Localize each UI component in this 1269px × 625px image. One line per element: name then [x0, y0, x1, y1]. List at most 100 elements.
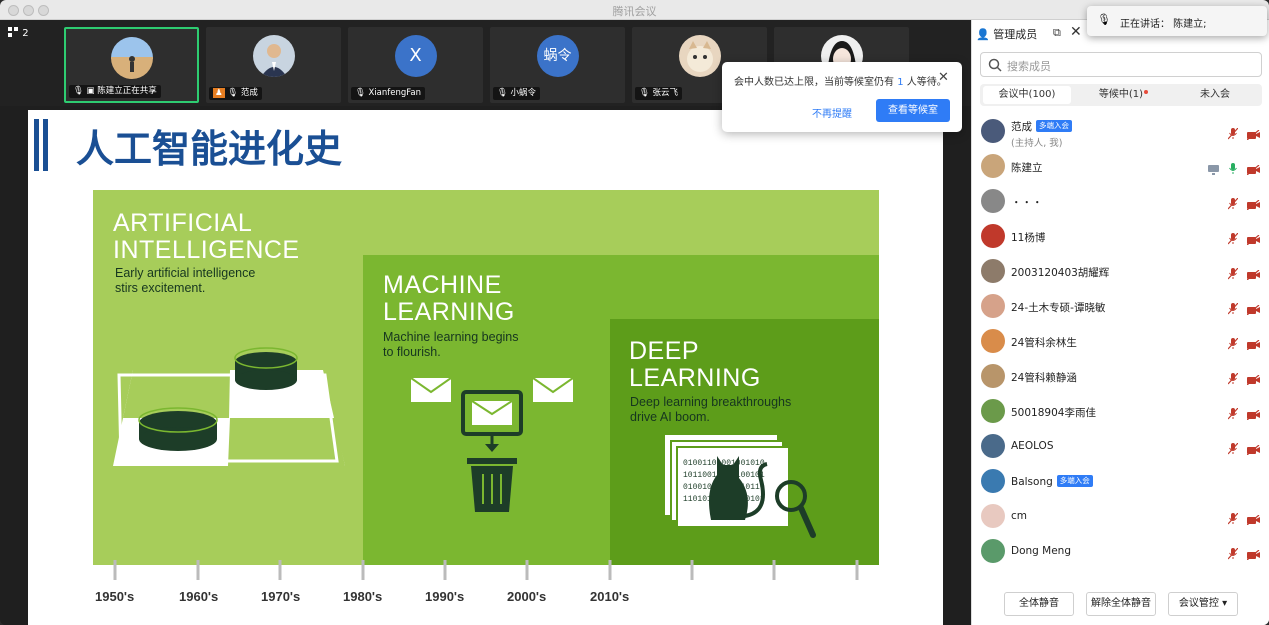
- multi-device-badge: 多端入会: [1036, 120, 1072, 132]
- avatar: [981, 504, 1005, 528]
- tab-not-joined[interactable]: 未入会: [1171, 86, 1259, 104]
- member-name: Dong Meng: [1011, 545, 1072, 557]
- member-name: 24管科余林生: [1011, 337, 1077, 349]
- member-row[interactable]: 11杨博: [972, 219, 1269, 254]
- member-name: 11杨博: [1011, 232, 1046, 244]
- mic-muted-icon: 🎙: [355, 88, 366, 98]
- member-role: (主持人, 我): [1011, 138, 1063, 149]
- mic-muted-icon[interactable]: [1227, 510, 1239, 529]
- video-tile-sharer[interactable]: 🎙 ▣ 陈建立正在共享: [64, 27, 199, 103]
- member-row[interactable]: 范成 多端入会 (主持人, 我): [972, 114, 1269, 149]
- video-tile-xiaowoling[interactable]: 蜗令 🎙 小蜗令: [490, 27, 625, 103]
- speaking-text: 正在讲话： 陈建立;: [1120, 19, 1207, 30]
- mic-muted-icon[interactable]: [1227, 405, 1239, 424]
- camera-off-icon[interactable]: [1246, 405, 1260, 424]
- member-row[interactable]: 24管科赖静涵: [972, 359, 1269, 394]
- member-name: cm: [1011, 510, 1028, 522]
- camera-off-icon[interactable]: [1246, 195, 1260, 214]
- camera-off-icon[interactable]: [1246, 265, 1260, 284]
- mic-muted-icon[interactable]: [1227, 545, 1239, 564]
- camera-off-icon[interactable]: [1246, 230, 1260, 249]
- waiting-message: 会中人数已达上限，当前等候室仍有 1 人等待。: [734, 77, 947, 88]
- view-waiting-room-button[interactable]: 查看等候室: [876, 99, 950, 122]
- ml-subtitle: Machine learning begins to flourish.: [383, 330, 519, 359]
- member-name: 24-土木专硕-谭晓敏: [1011, 302, 1106, 314]
- mic-muted-icon[interactable]: [1227, 335, 1239, 354]
- member-row[interactable]: 2003120403胡耀辉: [972, 254, 1269, 289]
- mic-muted-icon[interactable]: [1227, 125, 1239, 144]
- caret-down-icon: ▾: [1222, 598, 1228, 609]
- mute-all-button[interactable]: 全体静音: [1004, 592, 1074, 616]
- meeting-window: 腾讯会议 2 🎙 ▣ 陈建立正在共享 ♟ 🎙 范成 X 🎙 XianfengFa…: [0, 0, 1269, 625]
- camera-off-icon[interactable]: [1246, 370, 1260, 389]
- camera-off-icon[interactable]: [1246, 300, 1260, 319]
- ai-subtitle: Early artificial intelligence stirs excit…: [115, 266, 256, 295]
- ai-heading: ARTIFICIAL INTELLIGENCE: [113, 209, 300, 264]
- participant-count[interactable]: 2: [8, 27, 29, 39]
- member-status-icons: [1227, 440, 1260, 459]
- close-icon[interactable]: ✕: [1070, 24, 1082, 40]
- member-name: AEOLOS: [1011, 440, 1054, 452]
- member-tabs: 会议中(100) 等候中(1) 未入会: [980, 84, 1262, 106]
- mic-muted-icon[interactable]: [1227, 265, 1239, 284]
- mic-muted-icon[interactable]: [1227, 370, 1239, 389]
- member-status-icons: [1227, 125, 1260, 144]
- tab-in-meeting[interactable]: 会议中(100): [983, 86, 1071, 104]
- avatar: 蜗令: [536, 35, 579, 77]
- member-row[interactable]: ・・・: [972, 184, 1269, 219]
- member-row[interactable]: 陈建立: [972, 149, 1269, 184]
- member-name: ・・・: [1011, 197, 1043, 209]
- mic-on-icon[interactable]: [1228, 160, 1238, 179]
- tile-name: 🎙 小蜗令: [493, 87, 541, 100]
- multi-device-badge: 多端入会: [1056, 475, 1093, 487]
- avatar: [981, 189, 1005, 213]
- member-name: 50018904李雨佳: [1011, 407, 1096, 419]
- tab-waiting[interactable]: 等候中(1): [1077, 86, 1165, 104]
- member-status-icons: [1227, 265, 1260, 284]
- video-tile-xianfengfan[interactable]: X 🎙 XianfengFan: [348, 27, 483, 103]
- popout-icon[interactable]: ⧉: [1053, 26, 1061, 40]
- camera-off-icon[interactable]: [1246, 335, 1260, 354]
- member-row[interactable]: AEOLOS: [972, 429, 1269, 464]
- decade-label: 2010's: [590, 589, 630, 604]
- avatar: [981, 539, 1005, 563]
- member-row[interactable]: Balsong 多端入会: [972, 464, 1269, 499]
- camera-off-icon[interactable]: [1246, 125, 1260, 144]
- camera-off-icon[interactable]: [1246, 440, 1260, 459]
- camera-off-icon[interactable]: [1246, 545, 1260, 564]
- camera-off-icon[interactable]: [1246, 160, 1260, 179]
- close-icon[interactable]: ✕: [938, 70, 949, 85]
- mic-muted-icon: 🎙: [227, 88, 239, 98]
- unmute-all-button[interactable]: 解除全体静音: [1086, 592, 1156, 616]
- avatar: [981, 224, 1005, 248]
- member-row[interactable]: 24-土木专硕-谭晓敏: [972, 289, 1269, 324]
- title-bar-accent: [43, 119, 48, 171]
- mic-muted-icon[interactable]: [1227, 440, 1239, 459]
- avatar: [981, 434, 1005, 458]
- member-row[interactable]: Dong Meng: [972, 534, 1269, 569]
- decade-label: 1950's: [95, 589, 135, 604]
- mic-muted-icon: 🎙: [639, 88, 650, 98]
- camera-off-icon[interactable]: [1246, 510, 1260, 529]
- mic-muted-icon[interactable]: [1227, 300, 1239, 319]
- mic-muted-icon[interactable]: [1227, 195, 1239, 214]
- member-row[interactable]: 50018904李雨佳: [972, 394, 1269, 429]
- meeting-controls-button[interactable]: 会议管控 ▾: [1168, 592, 1238, 616]
- dismiss-link[interactable]: 不再提醒: [812, 105, 852, 120]
- member-panel: 👤 管理成员 ⧉ ✕ 搜索成员 会议中(100) 等候中(1) 未入会 范成 多端…: [971, 20, 1269, 625]
- ai-history-graphic: 01001101001001010 10110010110100101 0100…: [93, 190, 879, 565]
- avatar: [981, 294, 1005, 318]
- search-input[interactable]: 搜索成员: [980, 52, 1262, 77]
- member-row[interactable]: cm: [972, 499, 1269, 534]
- gallery-icon: [8, 27, 18, 37]
- tile-name: 🎙 张云飞: [635, 87, 683, 100]
- avatar: [981, 469, 1005, 493]
- video-tile-fancheng[interactable]: ♟ 🎙 范成: [206, 27, 341, 103]
- window-title: 腾讯会议: [612, 5, 657, 18]
- mic-muted-icon[interactable]: [1227, 230, 1239, 249]
- timeline: 1950's 1960's 1970's 1980's 1990's 2000'…: [93, 558, 879, 618]
- member-row[interactable]: 24管科余林生: [972, 324, 1269, 359]
- decade-label: 2000's: [507, 589, 547, 604]
- member-status-icons: [1227, 370, 1260, 389]
- mic-muted-icon: 🎙: [1097, 13, 1111, 26]
